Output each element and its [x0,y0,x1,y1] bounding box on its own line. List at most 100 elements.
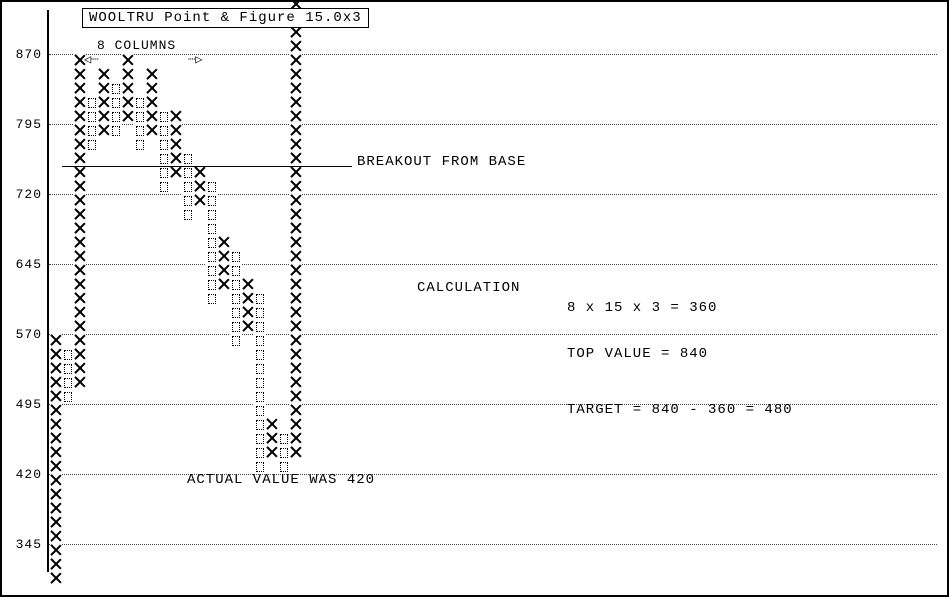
pf-x-cell [290,292,302,306]
pf-x-cell [50,502,62,516]
pf-x-cell [290,236,302,250]
pf-x-cell [50,404,62,418]
chart-title: WOOLTRU Point & Figure 15.0x3 [82,8,369,28]
pf-x-cell [50,474,62,488]
pf-x-cell [122,110,134,124]
pf-o-cell [278,432,290,446]
y-tick-label: 645 [2,257,42,272]
pf-o-cell [230,278,242,292]
pf-x-cell [50,334,62,348]
calc-heading: CALCULATION [417,280,520,296]
pf-o-cell [206,236,218,250]
pf-x-cell [290,306,302,320]
pf-x-cell [50,572,62,586]
pf-x-cell [290,194,302,208]
y-tick-label: 795 [2,117,42,132]
y-tick-label: 345 [2,537,42,552]
pf-o-cell [230,306,242,320]
y-tick-label: 495 [2,397,42,412]
calc-line-3: TARGET = 840 - 360 = 480 [567,402,793,418]
chart-frame: WOOLTRU Point & Figure 15.0x3 8 COLUMNS … [0,0,949,597]
pf-x-cell [50,432,62,446]
pf-o-cell [254,362,266,376]
pf-x-cell [290,376,302,390]
pf-o-cell [158,180,170,194]
gridline [49,544,937,545]
pf-o-cell [206,222,218,236]
pf-x-cell [50,418,62,432]
pf-x-cell [290,138,302,152]
pf-o-cell [158,124,170,138]
pf-x-cell [98,124,110,138]
pf-o-cell [254,418,266,432]
pf-x-cell [146,68,158,82]
gridline [49,264,937,265]
pf-x-cell [146,110,158,124]
pf-o-cell [134,96,146,110]
pf-o-cell [230,250,242,264]
pf-o-cell [206,264,218,278]
calc-line-2: TOP VALUE = 840 [567,346,708,362]
breakout-label: BREAKOUT FROM BASE [357,154,526,170]
pf-x-cell [290,264,302,278]
pf-x-cell [74,348,86,362]
pf-x-cell [50,348,62,362]
pf-o-cell [182,180,194,194]
pf-x-cell [290,278,302,292]
y-tick-label: 570 [2,327,42,342]
pf-x-cell [218,250,230,264]
bracket-left-arrow-icon: ◁┈ [84,52,98,67]
y-tick-label: 870 [2,47,42,62]
pf-x-cell [50,544,62,558]
pf-x-cell [74,124,86,138]
pf-x-cell [290,166,302,180]
pf-x-cell [122,82,134,96]
pf-o-cell [158,110,170,124]
pf-x-cell [74,334,86,348]
pf-x-cell [290,362,302,376]
pf-o-cell [230,264,242,278]
pf-x-cell [170,166,182,180]
gridline [49,124,937,125]
pf-o-cell [278,446,290,460]
pf-x-cell [290,320,302,334]
gridline [49,404,937,405]
pf-x-cell [74,222,86,236]
pf-o-cell [182,152,194,166]
pf-x-cell [74,236,86,250]
pf-o-cell [254,320,266,334]
pf-o-cell [86,96,98,110]
pf-o-cell [134,124,146,138]
pf-x-cell [290,96,302,110]
pf-x-cell [122,54,134,68]
pf-o-cell [134,110,146,124]
pf-x-cell [290,334,302,348]
pf-x-cell [290,82,302,96]
y-tick-label: 420 [2,467,42,482]
pf-o-cell [206,180,218,194]
pf-x-cell [98,96,110,110]
pf-o-cell [254,432,266,446]
bracket-right-arrow-icon: ┈▷ [188,52,202,67]
pf-x-cell [290,110,302,124]
pf-x-cell [74,68,86,82]
pf-x-cell [290,152,302,166]
pf-x-cell [290,68,302,82]
pf-o-cell [254,446,266,460]
pf-x-cell [266,418,278,432]
pf-x-cell [290,54,302,68]
pf-o-cell [134,138,146,152]
gridline [49,474,937,475]
pf-o-cell [110,110,122,124]
pf-x-cell [74,376,86,390]
pf-x-cell [266,446,278,460]
pf-o-cell [254,292,266,306]
pf-o-cell [182,166,194,180]
pf-x-cell [74,138,86,152]
pf-x-cell [290,404,302,418]
pf-x-cell [50,390,62,404]
pf-x-cell [74,320,86,334]
pf-x-cell [290,26,302,40]
pf-x-cell [218,278,230,292]
pf-o-cell [254,404,266,418]
